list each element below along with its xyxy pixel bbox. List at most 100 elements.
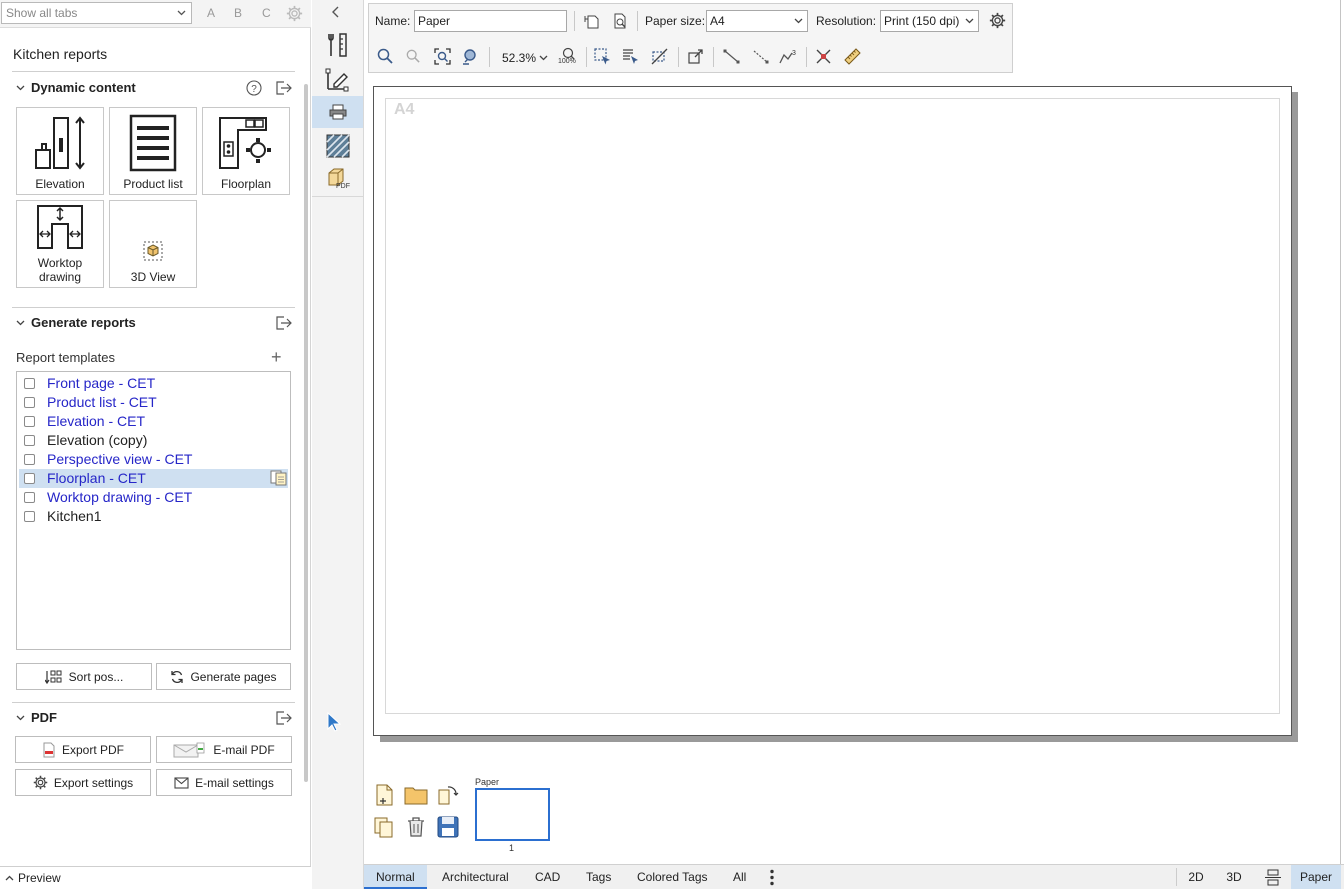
zoom-fit-icon[interactable] [431,45,453,67]
divider [12,71,295,72]
tile-product-list[interactable]: Product list [109,107,197,195]
generate-reports-header[interactable]: Generate reports [12,313,296,335]
add-template-button[interactable]: + [271,347,282,368]
divider [806,47,807,67]
tab-cad[interactable]: CAD [523,865,572,889]
template-checkbox[interactable] [24,378,35,389]
save-icon[interactable] [435,814,461,840]
export-section-icon[interactable] [275,711,292,725]
zoom-icon[interactable] [374,45,396,67]
page-thumbnail[interactable] [475,788,550,841]
generate-pages-button[interactable]: Generate pages [156,663,291,690]
sort-positions-button[interactable]: Sort pos... [16,663,152,690]
measure-icon[interactable] [841,45,863,67]
template-checkbox[interactable] [24,397,35,408]
chevron-down-icon[interactable] [539,55,548,61]
email-settings-button[interactable]: E-mail settings [156,769,292,796]
delete-snap-icon[interactable] [812,45,834,67]
template-row[interactable]: Kitchen1 [19,507,288,526]
new-page-icon[interactable] [371,782,397,808]
zoom-100-icon[interactable]: 100% [557,45,579,67]
paper-size-select[interactable]: A4 [706,10,808,32]
open-folder-icon[interactable] [403,782,429,808]
template-checkbox[interactable] [24,492,35,503]
tab-tags[interactable]: Tags [574,865,623,889]
collapse-panel-icon[interactable] [330,6,340,18]
template-checkbox[interactable] [24,435,35,446]
tile-worktop-drawing[interactable]: Worktop drawing [16,200,104,288]
view-3d-button[interactable]: 3D [1217,865,1251,889]
pdf-tool-icon[interactable]: PDF [312,162,363,194]
divider [12,307,295,308]
tile-floorplan[interactable]: Floorplan [202,107,290,195]
template-checkbox[interactable] [24,473,35,484]
resolution-select[interactable]: Print (150 dpi) [880,10,979,32]
export-section-icon[interactable] [275,81,292,95]
worktop-drawing-icon [17,204,103,250]
print-tool-icon[interactable] [312,96,363,128]
paper-name-input[interactable] [414,10,567,32]
pdf-header[interactable]: PDF [12,708,296,730]
copy-page-icon[interactable] [371,814,397,840]
zoom-window-icon[interactable] [459,45,481,67]
dynamic-content-header[interactable]: Dynamic content ? [12,78,296,100]
polyline-icon[interactable]: 3 [777,45,799,67]
delete-page-icon[interactable] [403,814,429,840]
template-row[interactable]: Front page - CET [19,374,288,393]
zoom-disabled-icon[interactable] [402,45,424,67]
right-panel-edge[interactable] [1340,0,1344,864]
tile-elevation[interactable]: Elevation [16,107,104,195]
template-row[interactable]: Elevation - CET [19,412,288,431]
template-row[interactable]: Product list - CET [19,393,288,412]
status-bar: Normal Architectural CAD Tags Colored Ta… [364,864,1344,889]
settings-gear-icon[interactable] [986,9,1008,31]
elevation-icon [17,114,103,170]
tab-normal[interactable]: Normal [364,865,427,889]
divider [586,47,587,67]
page-preview-icon[interactable] [609,10,631,32]
template-checkbox[interactable] [24,416,35,427]
copy-template-icon[interactable] [270,470,288,486]
template-row[interactable]: Elevation (copy) [19,431,288,450]
template-row[interactable]: Perspective view - CET [19,450,288,469]
export-section-icon[interactable] [275,316,292,330]
zoom-level[interactable]: 52.3% [502,51,536,65]
divider [637,11,638,31]
tab-architectural[interactable]: Architectural [430,865,521,889]
tab-all[interactable]: All [721,865,758,889]
tile-3d-view[interactable]: 3D View [109,200,197,288]
letter-filter-a[interactable]: A [207,6,215,20]
export-pdf-button[interactable]: Export PDF [15,736,151,763]
show-tabs-dropdown[interactable]: Show all tabs [1,2,192,24]
rotate-page-icon[interactable] [435,782,461,808]
view-2d-button[interactable]: 2D [1179,865,1213,889]
draw-tool-icon[interactable] [312,63,363,95]
select-text-icon[interactable] [619,45,641,67]
filter-gear-icon[interactable] [286,5,303,22]
divider [574,11,575,31]
tab-colored-tags[interactable]: Colored Tags [625,865,720,889]
new-page-icon[interactable] [581,10,603,32]
template-checkbox[interactable] [24,511,35,522]
preview-bar[interactable]: Preview [0,866,311,889]
template-row-selected[interactable]: Floorplan - CET [19,469,288,488]
deselect-icon[interactable] [648,45,670,67]
select-area-icon[interactable] [591,45,613,67]
paper-sheet[interactable]: A4 [373,86,1292,736]
letter-filter-c[interactable]: C [262,6,271,20]
line-dashed-icon[interactable] [749,45,771,67]
snap-icon[interactable] [684,45,706,67]
tools-icon[interactable] [312,29,363,61]
material-tool-icon[interactable] [312,130,363,162]
help-icon[interactable]: ? [246,80,262,96]
panel-scrollbar[interactable] [304,84,308,782]
more-options-icon[interactable] [769,869,775,886]
email-pdf-button[interactable]: E-mail PDF [156,736,292,763]
view-paper-button[interactable]: Paper [1291,865,1341,889]
template-row[interactable]: Worktop drawing - CET [19,488,288,507]
split-view-icon[interactable] [1265,869,1281,886]
export-settings-button[interactable]: Export settings [15,769,151,796]
template-checkbox[interactable] [24,454,35,465]
line-tool-icon[interactable] [720,45,742,67]
letter-filter-b[interactable]: B [234,6,242,20]
